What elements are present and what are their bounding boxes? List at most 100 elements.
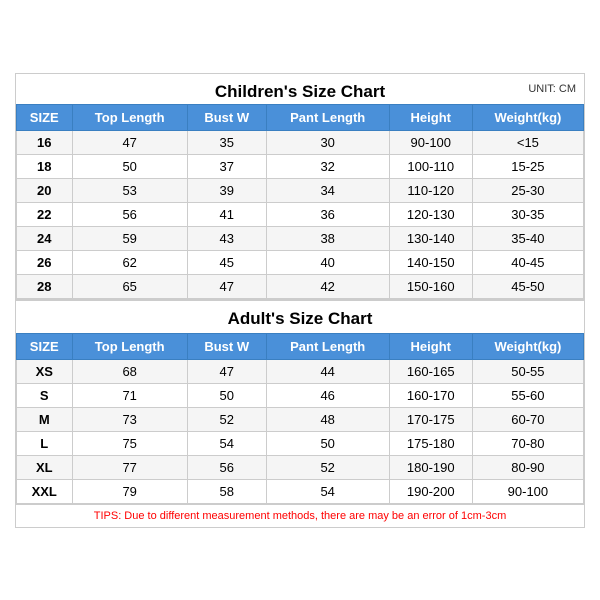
table-cell: 50 <box>72 154 187 178</box>
children-col-pant-length: Pant Length <box>266 104 389 130</box>
table-cell: 79 <box>72 479 187 503</box>
table-cell: XXL <box>17 479 73 503</box>
table-cell: 42 <box>266 274 389 298</box>
table-cell: 20 <box>17 178 73 202</box>
table-cell: 130-140 <box>389 226 472 250</box>
table-cell: 80-90 <box>472 455 583 479</box>
adult-col-bust-w: Bust W <box>187 333 266 359</box>
table-cell: 30 <box>266 130 389 154</box>
table-cell: 110-120 <box>389 178 472 202</box>
table-cell: 36 <box>266 202 389 226</box>
table-cell: 59 <box>72 226 187 250</box>
table-cell: 18 <box>17 154 73 178</box>
table-row: L755450175-18070-80 <box>17 431 584 455</box>
table-cell: 120-130 <box>389 202 472 226</box>
table-row: S715046160-17055-60 <box>17 383 584 407</box>
table-cell: 170-175 <box>389 407 472 431</box>
table-cell: 24 <box>17 226 73 250</box>
table-cell: 47 <box>187 274 266 298</box>
unit-label: UNIT: CM <box>528 83 576 95</box>
table-row: XL775652180-19080-90 <box>17 455 584 479</box>
table-row: 1647353090-100<15 <box>17 130 584 154</box>
table-cell: 52 <box>266 455 389 479</box>
children-title: Children's Size Chart UNIT: CM <box>16 74 584 104</box>
adult-header-row: SIZE Top Length Bust W Pant Length Heigh… <box>17 333 584 359</box>
table-row: XS684744160-16550-55 <box>17 359 584 383</box>
table-cell: 160-170 <box>389 383 472 407</box>
table-cell: 90-100 <box>472 479 583 503</box>
adult-col-pant-length: Pant Length <box>266 333 389 359</box>
table-cell: 50 <box>187 383 266 407</box>
table-cell: 41 <box>187 202 266 226</box>
table-row: XXL795854190-20090-100 <box>17 479 584 503</box>
children-col-top-length: Top Length <box>72 104 187 130</box>
table-cell: S <box>17 383 73 407</box>
table-cell: 35 <box>187 130 266 154</box>
table-cell: 45 <box>187 250 266 274</box>
table-cell: XS <box>17 359 73 383</box>
table-row: M735248170-17560-70 <box>17 407 584 431</box>
table-cell: 150-160 <box>389 274 472 298</box>
table-cell: 53 <box>72 178 187 202</box>
table-cell: 73 <box>72 407 187 431</box>
table-cell: 52 <box>187 407 266 431</box>
table-cell: 47 <box>72 130 187 154</box>
table-cell: 34 <box>266 178 389 202</box>
table-cell: 56 <box>187 455 266 479</box>
table-cell: 39 <box>187 178 266 202</box>
table-cell: 50-55 <box>472 359 583 383</box>
children-title-text: Children's Size Chart <box>215 82 385 101</box>
table-cell: 190-200 <box>389 479 472 503</box>
table-cell: XL <box>17 455 73 479</box>
table-cell: 175-180 <box>389 431 472 455</box>
adult-title: Adult's Size Chart <box>16 299 584 333</box>
table-cell: 54 <box>187 431 266 455</box>
adult-table: SIZE Top Length Bust W Pant Length Heigh… <box>16 333 584 504</box>
table-cell: 71 <box>72 383 187 407</box>
children-col-size: SIZE <box>17 104 73 130</box>
table-row: 28654742150-16045-50 <box>17 274 584 298</box>
table-cell: 28 <box>17 274 73 298</box>
adult-col-size: SIZE <box>17 333 73 359</box>
children-col-height: Height <box>389 104 472 130</box>
table-cell: 140-150 <box>389 250 472 274</box>
table-cell: 50 <box>266 431 389 455</box>
table-cell: 40-45 <box>472 250 583 274</box>
children-header-row: SIZE Top Length Bust W Pant Length Heigh… <box>17 104 584 130</box>
table-cell: 54 <box>266 479 389 503</box>
table-cell: 44 <box>266 359 389 383</box>
table-cell: 65 <box>72 274 187 298</box>
table-cell: 37 <box>187 154 266 178</box>
children-col-bust-w: Bust W <box>187 104 266 130</box>
table-cell: 45-50 <box>472 274 583 298</box>
table-cell: M <box>17 407 73 431</box>
table-cell: 160-165 <box>389 359 472 383</box>
table-cell: 35-40 <box>472 226 583 250</box>
table-cell: 75 <box>72 431 187 455</box>
table-cell: 15-25 <box>472 154 583 178</box>
table-cell: 48 <box>266 407 389 431</box>
size-chart-container: Children's Size Chart UNIT: CM SIZE Top … <box>15 73 585 528</box>
table-cell: 47 <box>187 359 266 383</box>
adult-col-top-length: Top Length <box>72 333 187 359</box>
adult-col-weight: Weight(kg) <box>472 333 583 359</box>
table-cell: L <box>17 431 73 455</box>
table-cell: 77 <box>72 455 187 479</box>
table-row: 20533934110-12025-30 <box>17 178 584 202</box>
table-cell: 180-190 <box>389 455 472 479</box>
table-cell: 55-60 <box>472 383 583 407</box>
table-cell: 70-80 <box>472 431 583 455</box>
table-cell: 46 <box>266 383 389 407</box>
table-cell: 25-30 <box>472 178 583 202</box>
table-cell: 60-70 <box>472 407 583 431</box>
table-row: 24594338130-14035-40 <box>17 226 584 250</box>
table-cell: 38 <box>266 226 389 250</box>
table-row: 22564136120-13030-35 <box>17 202 584 226</box>
table-cell: <15 <box>472 130 583 154</box>
table-cell: 16 <box>17 130 73 154</box>
table-cell: 26 <box>17 250 73 274</box>
table-cell: 62 <box>72 250 187 274</box>
table-cell: 100-110 <box>389 154 472 178</box>
table-row: 18503732100-11015-25 <box>17 154 584 178</box>
tips-text: TIPS: Due to different measurement metho… <box>16 504 584 527</box>
